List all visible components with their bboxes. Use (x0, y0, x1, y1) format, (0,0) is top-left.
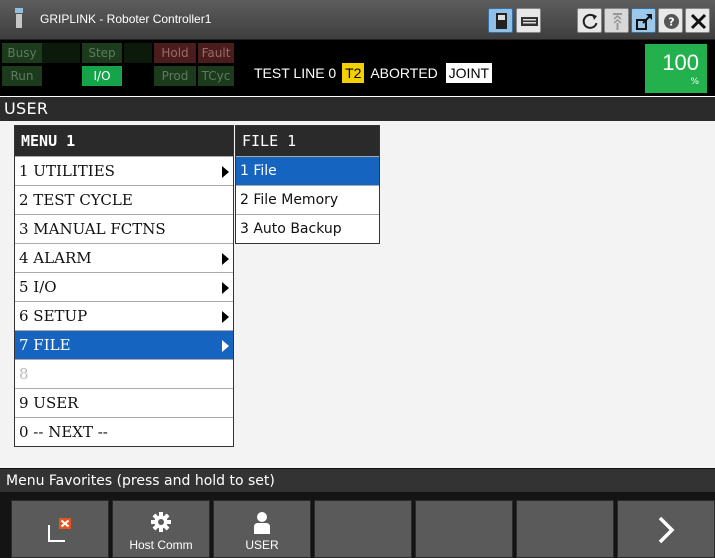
prod-lamp: Prod (154, 66, 196, 86)
menu-item-label: 6 SETUP (19, 307, 88, 325)
menu-item-label: 7 FILE (19, 336, 71, 354)
title-bar: GRIPLINK - Roboter Controller1 ? (0, 0, 715, 40)
busy-lamp: Busy (2, 43, 42, 63)
menu-item-utilities[interactable]: 1 UTILITIES (15, 156, 233, 185)
fkey-label: USER (245, 538, 279, 552)
tcyc-lamp: TCyc (198, 66, 234, 86)
file-submenu-header: FILE 1 (236, 126, 379, 156)
fkey-label: Host Comm (129, 538, 193, 552)
menu-item-io[interactable]: 5 I/O (15, 272, 233, 301)
menu-item-label: 3 MANUAL FCTNS (19, 220, 166, 238)
fkey-next[interactable] (617, 500, 715, 558)
user-icon (254, 512, 270, 534)
mode-badge: T2 (342, 63, 365, 83)
main-menu: MENU 1 1 UTILITIES 2 TEST CYCLE 3 MANUAL… (14, 125, 234, 447)
submenu-arrow-icon (222, 340, 229, 352)
submenu-arrow-icon (222, 311, 229, 323)
file-submenu: FILE 1 1 File 2 File Memory 3 Auto Backu… (235, 125, 380, 244)
tp-panel-icon[interactable] (488, 8, 513, 33)
gear-icon (151, 512, 171, 532)
menu-item-label: 8 (19, 365, 29, 383)
menu-item-user[interactable]: 9 USER (15, 388, 233, 417)
menu-item-8-disabled: 8 (15, 359, 233, 388)
menu-item-label: 5 I/O (19, 278, 57, 296)
io-lamp: I/O (82, 66, 122, 86)
app-title: GRIPLINK - Roboter Controller1 (40, 12, 212, 26)
menu-item-alarm[interactable]: 4 ALARM (15, 243, 233, 272)
motion-type-badge: JOINT (445, 63, 493, 83)
run-lamp: Run (2, 66, 42, 86)
speed-override[interactable]: 100 % (645, 44, 707, 93)
program-state: ABORTED (370, 65, 438, 81)
menu-item-label: 1 UTILITIES (19, 162, 115, 180)
menu-item-setup[interactable]: 6 SETUP (15, 301, 233, 330)
program-name: TEST LINE 0 (254, 65, 337, 81)
main-menu-header: MENU 1 (15, 126, 233, 156)
menu-item-file[interactable]: 7 FILE (15, 330, 233, 359)
lamp-spacer (42, 43, 80, 63)
hold-lamp: Hold (154, 43, 196, 63)
jog-speed-icon[interactable] (604, 8, 629, 33)
screen-title: USER (0, 97, 715, 121)
help-icon[interactable]: ? (658, 8, 683, 33)
menu-item-next[interactable]: 0 -- NEXT -- (15, 417, 233, 446)
refresh-icon[interactable] (577, 8, 602, 33)
fkey-empty-6[interactable] (516, 500, 614, 558)
submenu-arrow-icon (222, 282, 229, 294)
delete-favorite-icon (48, 518, 71, 542)
keyboard-icon[interactable] (516, 8, 541, 33)
override-value: 100 (662, 50, 699, 75)
fkey-empty-4[interactable] (314, 500, 412, 558)
override-unit: % (690, 77, 699, 87)
menu-item-manual-fctns[interactable]: 3 MANUAL FCTNS (15, 214, 233, 243)
menu-item-label: 2 TEST CYCLE (19, 191, 133, 209)
submenu-arrow-icon (222, 166, 229, 178)
menu-item-test-cycle[interactable]: 2 TEST CYCLE (15, 185, 233, 214)
menu-item-label: 9 USER (19, 394, 79, 412)
menu-item-label: 0 -- NEXT -- (19, 423, 108, 441)
lamp-spacer (124, 43, 152, 63)
close-icon[interactable] (685, 8, 710, 33)
submenu-item-file[interactable]: 1 File (236, 156, 379, 185)
fkey-user[interactable]: USER (213, 500, 311, 558)
fkey-host-comm[interactable]: Host Comm (112, 500, 210, 558)
app-logo-icon (15, 8, 23, 28)
status-line: TEST LINE 0 T2 ABORTED JOINT (254, 63, 493, 83)
menu-item-label: 4 ALARM (19, 249, 92, 267)
favorites-bar: Menu Favorites (press and hold to set) (0, 468, 715, 492)
submenu-item-auto-backup[interactable]: 3 Auto Backup (236, 214, 379, 243)
step-lamp: Step (82, 43, 122, 63)
maximize-icon[interactable] (631, 8, 656, 33)
submenu-item-file-memory[interactable]: 2 File Memory (236, 185, 379, 214)
fkey-delete-favorite[interactable] (11, 500, 109, 558)
submenu-arrow-icon (222, 253, 229, 265)
fault-lamp: Fault (198, 43, 234, 63)
chevron-right-icon (658, 516, 675, 544)
svg-text:?: ? (668, 16, 674, 29)
fkey-empty-5[interactable] (415, 500, 513, 558)
